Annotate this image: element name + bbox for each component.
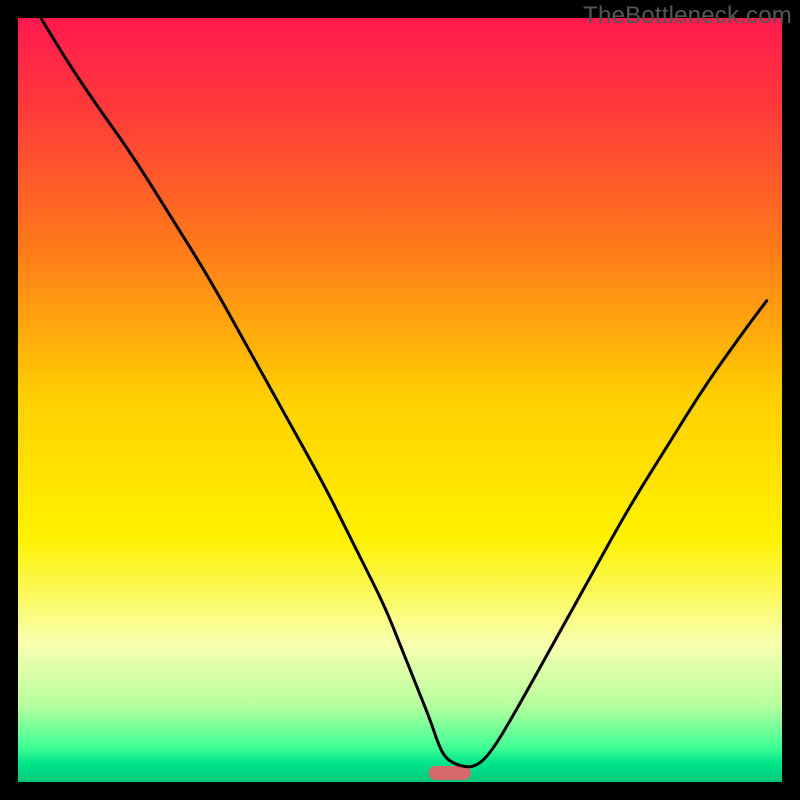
- chart-stage: TheBottleneck.com: [0, 0, 800, 800]
- optimal-marker: [429, 766, 471, 780]
- watermark-text: TheBottleneck.com: [583, 2, 792, 30]
- plot-background: [18, 18, 782, 782]
- bottleneck-chart: [0, 0, 800, 800]
